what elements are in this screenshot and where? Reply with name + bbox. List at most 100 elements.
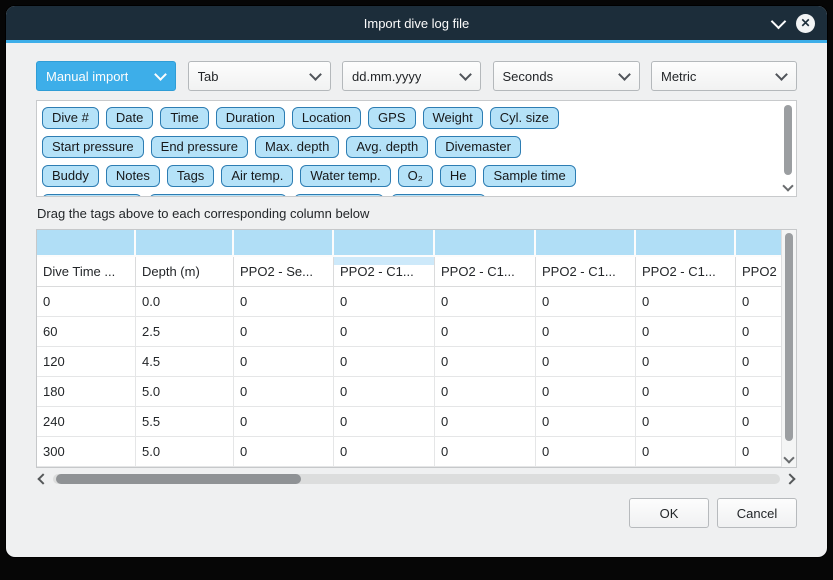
combobox-dd-mm-yyyy[interactable]: dd.mm.yyyy	[342, 61, 481, 91]
combobox-metric[interactable]: Metric	[651, 61, 797, 91]
tag-duration[interactable]: Duration	[216, 107, 285, 129]
column-drop-target[interactable]	[234, 230, 334, 257]
table-vscrollbar[interactable]	[781, 230, 796, 467]
table-cell: 0	[435, 437, 536, 467]
table-cell: 5.0	[136, 437, 234, 467]
tag-buddy[interactable]: Buddy	[42, 165, 99, 187]
column-drop-target[interactable]	[136, 230, 234, 257]
tag-location[interactable]: Location	[292, 107, 361, 129]
scroll-left-arrow-icon[interactable]	[36, 472, 48, 486]
tag-weight[interactable]: Weight	[423, 107, 483, 129]
tag-divemaster[interactable]: Divemaster	[435, 136, 521, 158]
scrollbar-track[interactable]	[53, 474, 780, 484]
column-header[interactable]: PPO2 - Se...	[234, 257, 334, 287]
chevron-down-icon[interactable]	[771, 13, 787, 29]
tag-scrollbar[interactable]	[782, 103, 794, 194]
table-cell: 0	[435, 287, 536, 317]
tag-end-pressure[interactable]: End pressure	[151, 136, 248, 158]
scroll-down-arrow-icon[interactable]	[782, 453, 796, 465]
tag-sample-temperature[interactable]: Sample temperature	[149, 194, 287, 197]
column-drop-target[interactable]	[435, 230, 536, 257]
tag-sample-cns[interactable]: Sample CNS	[391, 194, 486, 197]
scroll-down-arrow-icon[interactable]	[782, 181, 794, 193]
table-cell: 0	[37, 287, 136, 317]
cancel-button[interactable]: Cancel	[717, 498, 797, 528]
column-header[interactable]: PPO2 - C1...	[334, 257, 435, 287]
scrollbar-thumb[interactable]	[56, 474, 301, 484]
tag-sample-time[interactable]: Sample time	[483, 165, 575, 187]
table-cell: 0	[334, 437, 435, 467]
instruction-label: Drag the tags above to each correspondin…	[37, 206, 797, 221]
column-header[interactable]: Depth (m)	[136, 257, 234, 287]
table-cell: 5.0	[136, 377, 234, 407]
tag-sample-depth[interactable]: Sample depth	[42, 194, 142, 197]
tag-notes[interactable]: Notes	[106, 165, 160, 187]
titlebar[interactable]: Import dive log file ✕	[6, 6, 827, 40]
table-cell: 0	[536, 377, 636, 407]
table-body: 00.0000000602.50000001204.50000001805.00…	[37, 287, 782, 467]
column-drop-target[interactable]	[736, 230, 782, 257]
table-cell: 0	[636, 437, 736, 467]
tag-row: Dive # Date Time Duration Location GPS Weight C…	[42, 107, 776, 129]
chevron-down-icon	[618, 68, 631, 81]
column-header[interactable]: Dive Time ...	[37, 257, 136, 287]
tag-time[interactable]: Time	[160, 107, 208, 129]
titlebar-buttons: ✕	[773, 6, 815, 40]
table-cell: 0	[636, 287, 736, 317]
combo-row: Manual import Tab dd.mm.yyyy Seconds Metric	[36, 61, 797, 91]
combobox-value: Metric	[661, 69, 696, 84]
tag-gps[interactable]: GPS	[368, 107, 415, 129]
scroll-right-arrow-icon[interactable]	[785, 472, 797, 486]
table-cell: 0	[736, 347, 782, 377]
import-dialog: Import dive log file ✕ Manual import Tab d…	[6, 6, 827, 557]
scrollbar-thumb[interactable]	[784, 105, 792, 175]
combobox-seconds[interactable]: Seconds	[493, 61, 640, 91]
tag-cyl-size[interactable]: Cyl. size	[490, 107, 559, 129]
tag-sample-po[interactable]: Sample pO₂	[294, 194, 384, 197]
tag-air-temp[interactable]: Air temp.	[221, 165, 293, 187]
window-title: Import dive log file	[364, 16, 470, 31]
close-icon[interactable]: ✕	[796, 14, 815, 33]
dialog-content: Manual importTabdd.mm.yyyySecondsMetric …	[6, 43, 827, 528]
tag-o[interactable]: O₂	[398, 165, 433, 187]
tag-dive[interactable]: Dive #	[42, 107, 99, 129]
table-clip: Dive Time ...Depth (m)PPO2 - Se...PPO2 -…	[37, 230, 782, 467]
table-cell: 0	[636, 347, 736, 377]
chevron-down-icon	[309, 68, 322, 81]
tag-row: Start pressure End pressure Max. depth Avg.…	[42, 136, 776, 158]
column-drop-target[interactable]	[334, 230, 435, 257]
table-cell: 0	[234, 437, 334, 467]
table-hscrollbar[interactable]	[36, 472, 797, 486]
table-row: 00.0000000	[37, 287, 782, 317]
tag-start-pressure[interactable]: Start pressure	[42, 136, 144, 158]
tag-date[interactable]: Date	[106, 107, 153, 129]
combobox-manual-import[interactable]: Manual import	[36, 61, 176, 91]
table-cell: 0	[536, 317, 636, 347]
column-drop-target[interactable]	[636, 230, 736, 257]
ok-button[interactable]: OK	[629, 498, 709, 528]
header-row: Dive Time ...Depth (m)PPO2 - Se...PPO2 -…	[37, 257, 782, 287]
table-cell: 5.5	[136, 407, 234, 437]
tag-tags[interactable]: Tags	[167, 165, 214, 187]
tag-water-temp[interactable]: Water temp.	[300, 165, 390, 187]
column-header[interactable]: PPO2 - C1...	[435, 257, 536, 287]
tag-max-depth[interactable]: Max. depth	[255, 136, 339, 158]
table-cell: 0	[536, 407, 636, 437]
table-cell: 0	[334, 347, 435, 377]
tag-he[interactable]: He	[440, 165, 477, 187]
combobox-tab[interactable]: Tab	[188, 61, 331, 91]
column-header[interactable]: PPO2 - C1...	[636, 257, 736, 287]
column-drop-target[interactable]	[536, 230, 636, 257]
table-cell: 0	[435, 347, 536, 377]
column-header[interactable]: PPO2 - C1...	[536, 257, 636, 287]
table-cell: 0.0	[136, 287, 234, 317]
chevron-down-icon	[154, 68, 167, 81]
tag-avg-depth[interactable]: Avg. depth	[346, 136, 428, 158]
tag-row: Sample depth Sample temperature Sample pO₂…	[42, 194, 776, 197]
column-header[interactable]: PPO2	[736, 257, 782, 287]
scrollbar-thumb[interactable]	[785, 233, 793, 441]
column-drop-target[interactable]	[37, 230, 136, 257]
combobox-value: dd.mm.yyyy	[352, 69, 421, 84]
combobox-value: Tab	[198, 69, 219, 84]
chevron-down-icon	[775, 68, 788, 81]
